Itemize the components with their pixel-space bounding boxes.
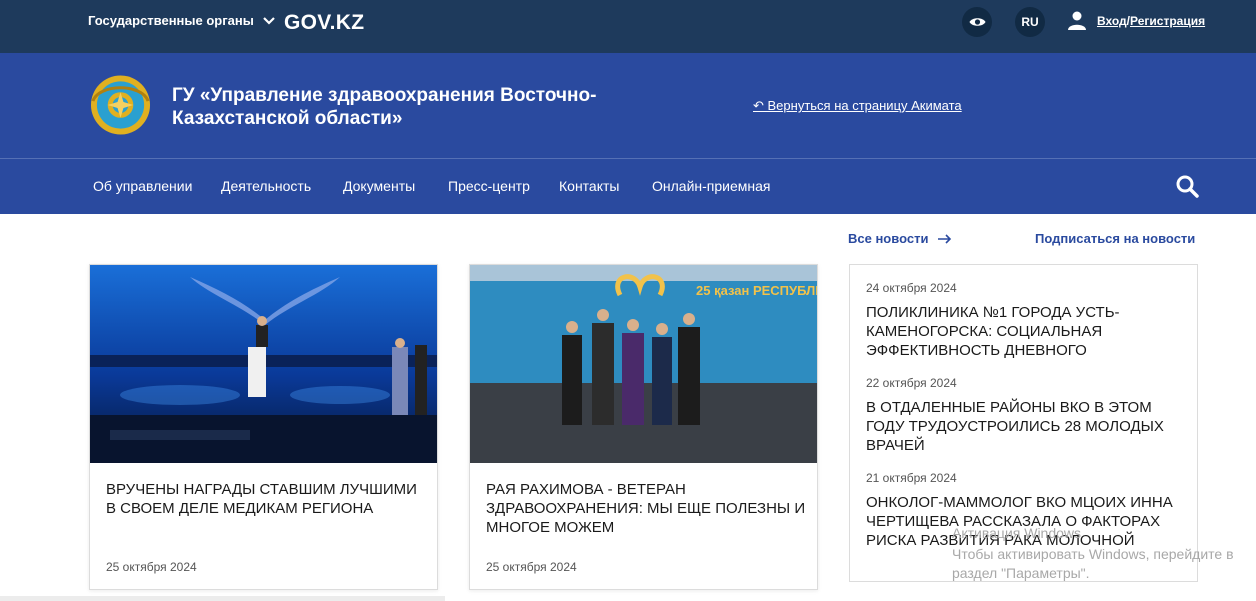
nav-item-documents[interactable]: Документы [343, 178, 415, 194]
login-link[interactable]: Вход [1097, 14, 1127, 28]
top-bar: Государственные органы GOV.KZ RU Вход/Ре… [0, 0, 1256, 53]
user-icon [1068, 11, 1086, 30]
news-card-title: РАЯ РАХИМОВА - ВЕТЕРАН ЗДРАВООХРАНЕНИЯ: … [486, 481, 806, 536]
login-links: Вход/Регистрация [1097, 14, 1205, 28]
accessibility-button[interactable] [962, 7, 992, 37]
list-item-date: 24 октября 2024 [866, 281, 957, 295]
state-emblem-icon[interactable] [89, 72, 152, 138]
organization-title: ГУ «Управление здравоохранения Восточно-… [172, 85, 597, 129]
site-header: ГУ «Управление здравоохранения Восточно-… [0, 53, 1256, 158]
nav-item-press-center[interactable]: Пресс-центр [448, 178, 530, 194]
nav-item-activity[interactable]: Деятельность [221, 178, 311, 194]
gov-agencies-dropdown[interactable]: Государственные органы [88, 13, 276, 28]
subscribe-news-link[interactable]: Подписаться на новости [1035, 231, 1195, 246]
search-icon[interactable] [1175, 174, 1199, 198]
watermark-line: Чтобы активировать Windows, перейдите в [952, 546, 1234, 562]
language-switch-button[interactable]: RU [1015, 7, 1045, 37]
govkz-logo[interactable]: GOV.KZ [284, 11, 364, 35]
all-news-label: Все новости [848, 231, 929, 246]
news-card[interactable]: 25 қазан РЕСПУБЛИКА КҮНІ РАЯ РАХИМОВА - … [469, 264, 818, 590]
news-card-date: 25 октября 2024 [106, 560, 197, 574]
horizontal-scrollbar[interactable] [0, 596, 445, 601]
watermark-title: Активация Windows [952, 525, 1082, 541]
windows-activation-watermark: Активация Windows Чтобы активировать Win… [952, 525, 1234, 583]
nav-item-contacts[interactable]: Контакты [559, 178, 619, 194]
image-caption: 25 қазан РЕСПУБЛИКА КҮНІ [696, 283, 818, 298]
list-item-title: В ОТДАЛЕННЫЕ РАЙОНЫ ВКО В ЭТОМ ГОДУ ТРУД… [866, 399, 1164, 454]
gov-agencies-label: Государственные органы [88, 13, 254, 28]
list-item-date: 21 октября 2024 [866, 471, 957, 485]
back-to-akimat-link[interactable]: ↶ Вернуться на страницу Акимата [753, 98, 962, 114]
all-news-link[interactable]: Все новости [848, 231, 952, 246]
arrow-right-icon [938, 233, 952, 244]
news-card-image: 25 қазан РЕСПУБЛИКА КҮНІ [470, 265, 818, 463]
list-item-title: ПОЛИКЛИНИКА №1 ГОРОДА УСТЬ-КАМЕНОГОРСКА:… [866, 304, 1120, 359]
watermark-line: раздел "Параметры". [952, 565, 1090, 581]
register-link[interactable]: Регистрация [1130, 14, 1205, 28]
main-nav: Об управлении Деятельность Документы Пре… [0, 159, 1256, 214]
news-card-title: ВРУЧЕНЫ НАГРАДЫ СТАВШИМ ЛУЧШИМИ В СВОЕМ … [106, 481, 417, 517]
news-card[interactable]: ВРУЧЕНЫ НАГРАДЫ СТАВШИМ ЛУЧШИМИ В СВОЕМ … [89, 264, 438, 590]
eye-icon [969, 18, 985, 26]
news-card-date: 25 октября 2024 [486, 560, 577, 574]
news-card-image [90, 265, 437, 463]
nav-item-about[interactable]: Об управлении [93, 178, 192, 194]
list-item[interactable]: 24 октября 2024 ПОЛИКЛИНИКА №1 ГОРОДА УС… [866, 281, 1186, 360]
nav-item-online-reception[interactable]: Онлайн-приемная [652, 178, 771, 194]
list-item[interactable]: 22 октября 2024 В ОТДАЛЕННЫЕ РАЙОНЫ ВКО … [866, 376, 1186, 455]
chevron-down-icon [263, 16, 275, 25]
list-item-date: 22 октября 2024 [866, 376, 957, 390]
